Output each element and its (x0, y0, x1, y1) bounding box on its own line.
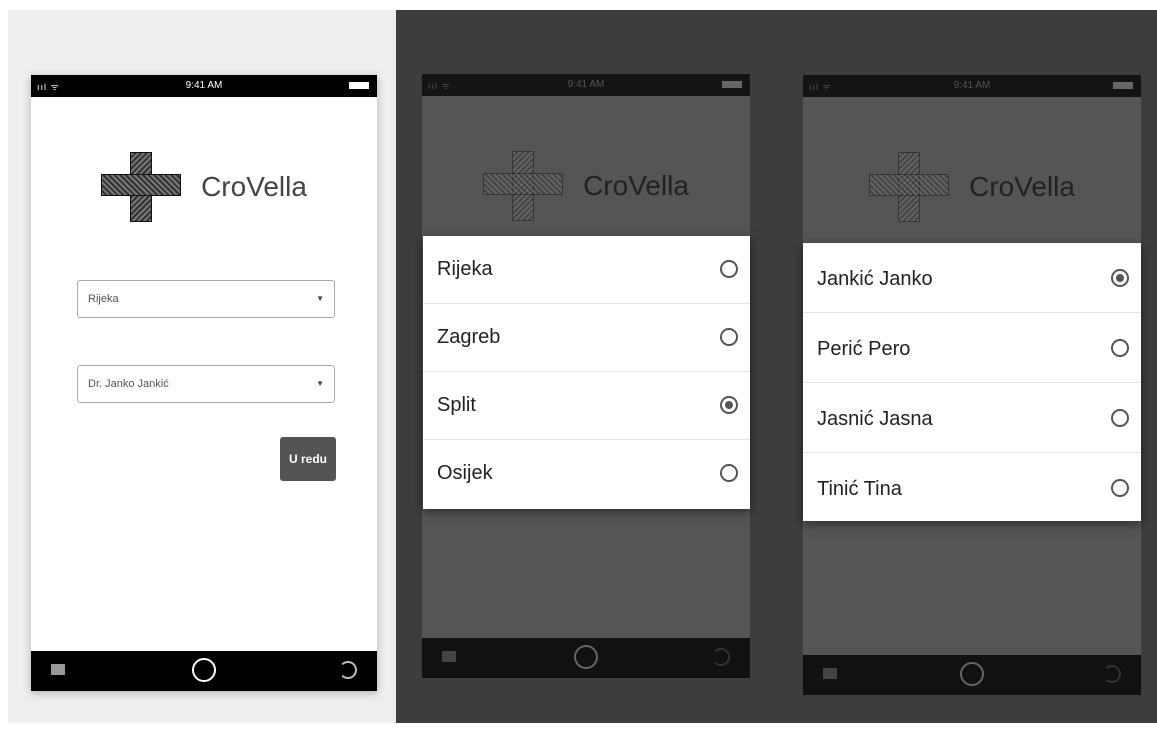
menu-icon[interactable] (51, 664, 65, 675)
radio-button-selected[interactable] (720, 396, 738, 414)
status-time: 9:41 AM (567, 79, 605, 90)
city-picker-dialog: Rijeka Zagreb Split Osijek (423, 236, 750, 509)
doctor-select-value: Dr. Janko Jankić (88, 378, 169, 390)
app-name: CroVella (969, 171, 1075, 202)
app-header: CroVella (31, 152, 377, 222)
battery-icon (349, 82, 369, 89)
phone-screen-form: ııl ᯤ 9:41 AM CroVella Rijeka ▼ Dr. Jank… (31, 75, 377, 691)
doctor-option[interactable]: Jankić Janko (803, 243, 1141, 313)
radio-button[interactable] (1111, 479, 1129, 497)
city-option[interactable]: Split (423, 372, 750, 440)
ok-button[interactable]: U redu (280, 437, 336, 481)
radio-button[interactable] (720, 464, 738, 482)
chevron-down-icon: ▼ (316, 379, 324, 388)
city-option[interactable]: Osijek (423, 440, 750, 508)
back-icon[interactable] (712, 648, 730, 666)
home-icon[interactable] (960, 662, 984, 686)
city-option[interactable]: Zagreb (423, 304, 750, 372)
city-select[interactable]: Rijeka ▼ (77, 280, 335, 318)
menu-icon[interactable] (442, 651, 456, 662)
city-option-label: Zagreb (437, 326, 501, 348)
radio-button[interactable] (1111, 339, 1129, 357)
doctor-option[interactable]: Perić Pero (803, 313, 1141, 383)
city-option-label: Osijek (437, 462, 493, 484)
app-name: CroVella (201, 171, 307, 202)
battery-icon (722, 81, 742, 88)
radio-button-selected[interactable] (1111, 269, 1129, 287)
status-time: 9:41 AM (953, 80, 991, 91)
status-bar: ııl ᯤ 9:41 AM (422, 74, 750, 96)
doctor-option[interactable]: Tinić Tina (803, 453, 1141, 523)
app-header: CroVella (422, 151, 750, 221)
menu-icon[interactable] (823, 668, 837, 679)
back-icon[interactable] (1103, 665, 1121, 683)
radio-button[interactable] (1111, 409, 1129, 427)
nav-bar (803, 655, 1141, 695)
city-option-label: Split (437, 394, 476, 416)
nav-bar (422, 638, 750, 678)
doctor-option-label: Jasnić Jasna (817, 408, 933, 430)
city-option[interactable]: Rijeka (423, 236, 750, 304)
doctor-select[interactable]: Dr. Janko Jankić ▼ (77, 365, 335, 403)
doctor-picker-dialog: Jankić Janko Perić Pero Jasnić Jasna Tin… (803, 243, 1141, 521)
battery-icon (1113, 82, 1133, 89)
doctor-option-label: Jankić Janko (817, 268, 933, 290)
medical-cross-logo (483, 151, 564, 221)
app-header: CroVella (803, 152, 1141, 222)
nav-bar (31, 651, 377, 691)
app-name: CroVella (583, 170, 689, 201)
home-icon[interactable] (574, 645, 598, 669)
doctor-option[interactable]: Jasnić Jasna (803, 383, 1141, 453)
home-icon[interactable] (192, 658, 216, 682)
radio-button[interactable] (720, 260, 738, 278)
doctor-option-label: Tinić Tina (817, 478, 902, 500)
chevron-down-icon: ▼ (316, 294, 324, 303)
city-option-label: Rijeka (437, 258, 493, 280)
radio-button[interactable] (720, 328, 738, 346)
city-select-value: Rijeka (88, 293, 119, 305)
medical-cross-logo (869, 152, 950, 222)
status-time: 9:41 AM (185, 80, 223, 91)
medical-cross-logo (101, 152, 182, 222)
back-icon[interactable] (339, 661, 357, 679)
status-bar: ııl ᯤ 9:41 AM (803, 75, 1141, 97)
status-bar: ııl ᯤ 9:41 AM (31, 75, 377, 97)
doctor-option-label: Perić Pero (817, 338, 911, 360)
